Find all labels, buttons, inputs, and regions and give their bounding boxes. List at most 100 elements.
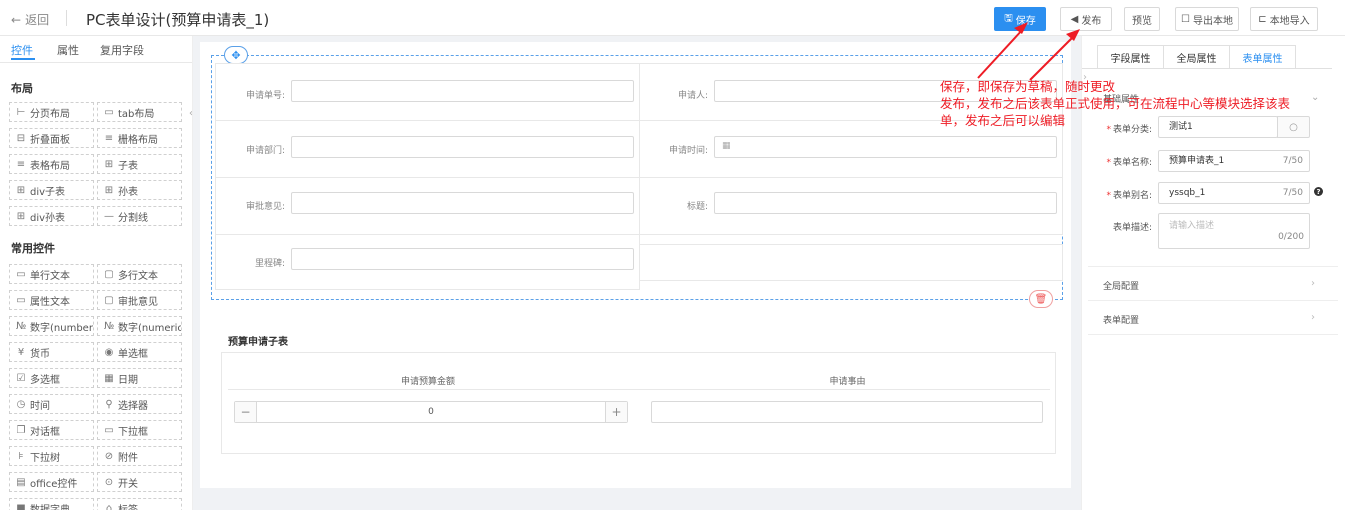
palette-item-label: 时间 xyxy=(30,400,50,412)
tab-properties[interactable]: 属性 xyxy=(57,42,79,58)
currency-icon: ¥ xyxy=(17,346,25,358)
palette-item-dialog[interactable]: ❐ 对话框 xyxy=(9,420,94,440)
tab-icon: ▭ xyxy=(104,106,114,118)
palette-item-label: 对话框 xyxy=(30,426,60,438)
palette-item-number[interactable]: № 数字(number) xyxy=(9,316,94,336)
palette-item-divider[interactable]: — 分割线 xyxy=(97,206,182,226)
form-alias-label-text: 表单别名: xyxy=(1112,191,1152,201)
palette-item-label: 属性文本 xyxy=(30,296,70,308)
delete-icon[interactable]: 🗑 xyxy=(1029,290,1053,308)
global-config-section[interactable]: 全局配置 xyxy=(1103,279,1139,292)
form-desc-label: 表单描述: xyxy=(1112,223,1152,233)
palette-item-attachment[interactable]: ⊘ 附件 xyxy=(97,446,182,466)
dialog-icon: ❐ xyxy=(16,424,26,436)
grandchild-table-icon: ⊞ xyxy=(104,184,114,196)
export-button[interactable]: ☐ 导出本地 xyxy=(1175,7,1239,31)
attribute-text-icon: ▭ xyxy=(16,294,26,306)
palette-item-approval-opinion[interactable]: ▢ 审批意见 xyxy=(97,290,182,310)
palette-item-div-subtable[interactable]: ⊞ div子表 xyxy=(9,180,94,200)
switch-icon: ⊙ xyxy=(104,476,114,488)
palette-item-single-line-text[interactable]: ▭ 单行文本 xyxy=(9,264,94,284)
milestone-label: 里程碑: xyxy=(254,259,285,269)
palette-item-radio[interactable]: ◉ 单选框 xyxy=(97,342,182,362)
palette-item-table-layout[interactable]: ≡ 表格布局 xyxy=(9,154,94,174)
plus-icon[interactable]: + xyxy=(605,402,627,422)
palette-item-dropdown-tree[interactable]: ⊧ 下拉树 xyxy=(9,446,94,466)
title-divider xyxy=(66,10,67,26)
palette-item-label: 子表 xyxy=(118,160,138,172)
tab-form-properties[interactable]: 表单属性 xyxy=(1229,45,1296,69)
multi-line-text-icon: ▢ xyxy=(104,268,114,280)
export-icon: ☐ xyxy=(1181,13,1190,25)
help-icon[interactable]: ? xyxy=(1314,187,1323,196)
palette-item-time[interactable]: ◷ 时间 xyxy=(9,394,94,414)
calendar-icon: ▦ xyxy=(722,141,731,151)
tab-controls[interactable]: 控件 xyxy=(11,42,33,58)
form-alias-input[interactable]: yssqb_1 7/50 xyxy=(1158,182,1310,204)
publish-button[interactable]: ◀ 发布 xyxy=(1060,7,1112,31)
preview-button-label: 预览 xyxy=(1132,15,1152,27)
form-cell-empty[interactable] xyxy=(639,244,1063,281)
palette-item-dropdown[interactable]: ▭ 下拉框 xyxy=(97,420,182,440)
chevron-right-icon[interactable]: › xyxy=(1311,312,1315,323)
amount-value[interactable]: 0 xyxy=(257,402,605,422)
back-button[interactable]: ← 返回 xyxy=(11,11,49,28)
form-desc-textarea[interactable]: 请输入描述 0/200 xyxy=(1158,213,1310,249)
minus-icon[interactable]: − xyxy=(235,402,257,422)
form-alias-label: * 表单别名: xyxy=(1092,188,1152,201)
palette-item-switch[interactable]: ⊙ 开关 xyxy=(97,472,182,492)
tab-reuse-fields[interactable]: 复用字段 xyxy=(100,42,144,58)
form-alias-count: 7/50 xyxy=(1282,188,1303,198)
milestone-input[interactable] xyxy=(291,248,634,270)
palette-item-label: 单选框 xyxy=(118,348,148,360)
import-button[interactable]: ⊏ 本地导入 xyxy=(1250,7,1318,31)
opinion-input[interactable] xyxy=(291,192,634,214)
palette-item-label: 折叠面板 xyxy=(30,134,70,146)
palette-item-label: 数字(numeric) xyxy=(118,322,182,334)
back-label: 返回 xyxy=(25,13,50,27)
preview-button[interactable]: 预览 xyxy=(1124,7,1160,31)
palette-item-numeric[interactable]: № 数字(numeric) xyxy=(97,316,182,336)
apply-no-input[interactable] xyxy=(291,80,634,102)
approval-opinion-icon: ▢ xyxy=(104,294,114,306)
palette-item-label: 多选框 xyxy=(30,374,60,386)
palette-item-date[interactable]: ▦ 日期 xyxy=(97,368,182,388)
form-name-value: 预算申请表_1 xyxy=(1169,156,1225,166)
palette-item-label: tab布局 xyxy=(118,108,155,120)
move-icon[interactable]: ✥ xyxy=(224,46,248,64)
palette-item-grandchild-table[interactable]: ⊞ 孙表 xyxy=(97,180,182,200)
form-name-input[interactable]: 预算申请表_1 7/50 xyxy=(1158,150,1310,172)
palette-item-checkbox[interactable]: ☑ 多选框 xyxy=(9,368,94,388)
dropdown-tree-icon: ⊧ xyxy=(18,450,24,462)
palette-item-multi-line-text[interactable]: ▢ 多行文本 xyxy=(97,264,182,284)
data-dictionary-icon: ■ xyxy=(16,502,26,510)
palette-item-tab[interactable]: ▭ tab布局 xyxy=(97,102,182,122)
form-config-section[interactable]: 表单配置 xyxy=(1103,313,1139,326)
date-icon: ▦ xyxy=(104,372,114,384)
chevron-right-icon[interactable]: › xyxy=(1311,278,1315,289)
palette-item-pagination[interactable]: ⊢ 分页布局 xyxy=(9,102,94,122)
apply-time-input[interactable] xyxy=(714,136,1057,158)
palette-item-grid[interactable]: ≡ 栅格布局 xyxy=(97,128,182,148)
number-icon: № xyxy=(16,320,27,332)
palette-item-currency[interactable]: ¥ 货币 xyxy=(9,342,94,362)
palette-item-attribute-text[interactable]: ▭ 属性文本 xyxy=(9,290,94,310)
tab-global-properties[interactable]: 全局属性 xyxy=(1163,45,1230,69)
palette-item-collapse[interactable]: ⊟ 折叠面板 xyxy=(9,128,94,148)
department-label: 申请部门: xyxy=(245,146,285,156)
tab-field-properties[interactable]: 字段属性 xyxy=(1097,45,1164,69)
palette-item-office[interactable]: ▤ office控件 xyxy=(9,472,94,492)
tag-icon: ⌂ xyxy=(105,502,113,510)
department-input[interactable] xyxy=(291,136,634,158)
palette-item-selector[interactable]: ⚲ 选择器 xyxy=(97,394,182,414)
palette-item-div-grandchild-table[interactable]: ⊞ div孙表 xyxy=(9,206,94,226)
palette-item-data-dictionary[interactable]: ■ 数据字典 xyxy=(9,498,94,510)
top-bar: ← 返回 PC表单设计(预算申请表_1) 🖫 保存 ◀ 发布 预览 ☐ 导出本地 ⊏ 本地… xyxy=(0,0,1345,36)
section-divider xyxy=(1088,300,1338,301)
amount-stepper[interactable]: − 0 + xyxy=(234,401,628,423)
save-button[interactable]: 🖫 保存 xyxy=(994,7,1046,31)
palette-item-tag[interactable]: ⌂ 标签 xyxy=(97,498,182,510)
palette-item-subtable[interactable]: ⊞ 子表 xyxy=(97,154,182,174)
reason-input[interactable] xyxy=(651,401,1043,423)
subject-input[interactable] xyxy=(714,192,1057,214)
